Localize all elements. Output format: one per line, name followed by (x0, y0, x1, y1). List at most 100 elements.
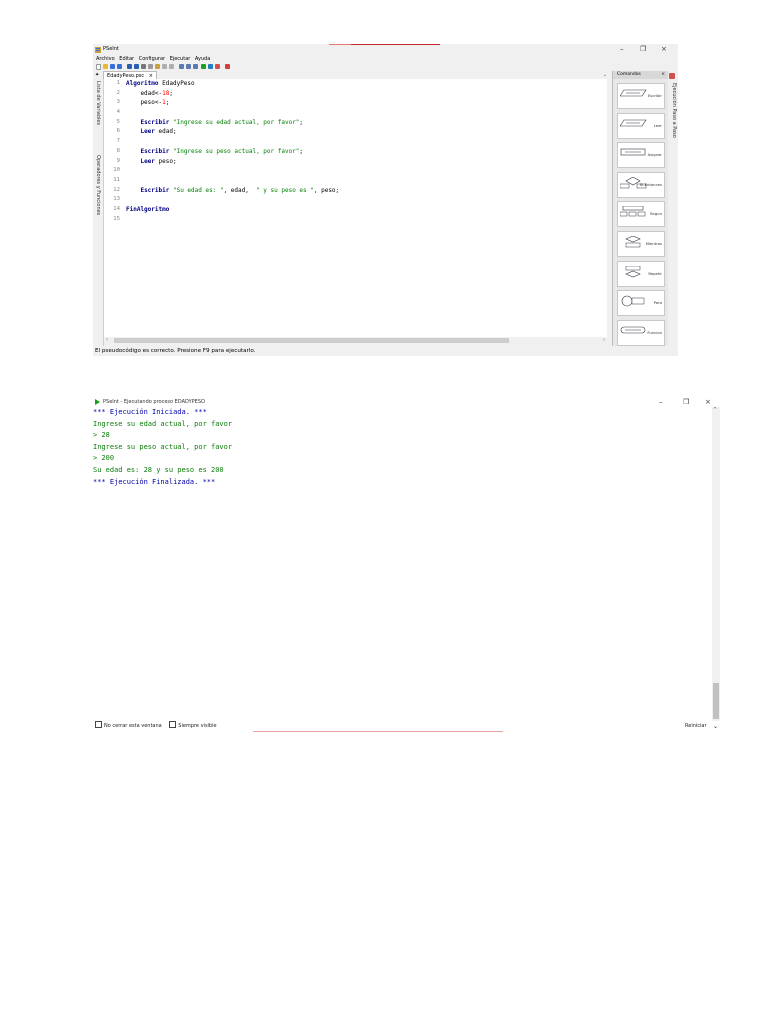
console-scroll-thumb[interactable] (713, 683, 719, 719)
checkbox-icon[interactable] (95, 721, 102, 728)
code-string: "Ingrese su edad actual, por favor" (172, 118, 300, 126)
menu-ayuda[interactable]: Ayuda (195, 56, 210, 62)
undo-icon[interactable] (127, 64, 132, 69)
tab-bar: ✦ EdadyPeso.psc × ⌄ (93, 71, 613, 79)
flowchart-icon[interactable] (215, 64, 220, 69)
code-line[interactable]: peso<-1; (126, 98, 339, 108)
code-line[interactable] (126, 176, 339, 186)
code-token: edad<- (126, 89, 163, 97)
code-string: " y su peso es " (256, 186, 314, 194)
step-by-step-icon[interactable] (669, 73, 675, 79)
find-next-icon[interactable] (186, 64, 191, 69)
code-line[interactable]: Escribir "Ingrese su peso actual, por fa… (126, 147, 339, 157)
command-leer[interactable]: Leer (617, 112, 665, 139)
help-icon[interactable] (225, 64, 230, 69)
code-line[interactable]: edad<-18; (126, 89, 339, 99)
step-run-icon[interactable] (208, 64, 213, 69)
code-line[interactable] (126, 137, 339, 147)
code-line[interactable] (126, 215, 339, 225)
code-line[interactable] (126, 195, 339, 205)
menu-configurar[interactable]: Configurar (139, 56, 165, 62)
code-token: , edad, (223, 186, 257, 194)
console-line: Su edad es: 28 y su peso es 200 (93, 465, 224, 474)
line-number-gutter: 1 2 3 4 5 6 7 8 9 10 11 12 13 14 15 (104, 79, 122, 337)
flowchart-shape-icon (620, 119, 647, 126)
flowchart-shape-icon (620, 206, 646, 217)
step-execution-tab[interactable]: Ejecución Paso a Paso (670, 83, 678, 138)
menu-ejecutar[interactable]: Ejecutar (170, 56, 191, 62)
command-para[interactable]: Para (617, 290, 665, 317)
code-string: "Su edad es: " (172, 186, 224, 194)
command-label: Si-Entonces (639, 181, 662, 187)
line-number: 15 (113, 215, 120, 222)
minimize-icon[interactable]: – (620, 44, 624, 55)
command-asignar[interactable]: Asignar (617, 142, 665, 169)
comment-icon[interactable] (169, 64, 174, 69)
code-line[interactable]: Escribir "Ingrese su edad actual, por fa… (126, 118, 339, 128)
editor-window: PSeInt – ❐ × Archivo Editar Configurar E… (93, 44, 678, 356)
code-line[interactable]: Algoritmo EdadyPeso (126, 79, 339, 89)
restart-button[interactable]: Reiniciar (685, 721, 707, 732)
replace-icon[interactable] (193, 64, 198, 69)
code-line[interactable]: Leer peso; (126, 157, 339, 167)
console-vertical-scrollbar[interactable]: ^ (712, 407, 720, 722)
siempre-visible-checkbox[interactable]: Siempre visible (169, 721, 217, 729)
code-token: ; (299, 147, 304, 155)
no-cerrar-checkbox[interactable]: No cerrar esta ventana (95, 721, 163, 729)
horizontal-scrollbar[interactable]: ‹ › (104, 337, 607, 344)
tab-list-chevron-icon[interactable]: ⌄ (603, 71, 607, 79)
close-icon[interactable]: × (661, 44, 667, 55)
left-side-panel: Lista de Variables Operadores y Funcione… (93, 79, 104, 346)
scroll-right-icon[interactable]: › (603, 337, 605, 344)
command-escribir[interactable]: Escribir (617, 83, 665, 109)
code-line[interactable]: Escribir "Su edad es: ", edad, " y su pe… (126, 186, 339, 196)
command-funcion[interactable]: Funcion (617, 319, 665, 346)
paste-icon[interactable] (155, 64, 160, 69)
search-icon[interactable] (179, 64, 184, 69)
indent-icon[interactable] (162, 64, 167, 69)
code-line[interactable] (126, 108, 339, 118)
command-label: Leer (653, 122, 662, 128)
commands-panel-close-icon[interactable]: × (661, 71, 665, 79)
code-token: peso; (154, 157, 177, 165)
command-si-entonces[interactable]: Si-Entonces (617, 171, 665, 198)
variables-list-tab[interactable]: Lista de Variables (94, 81, 102, 125)
pin-icon[interactable]: ✦ (95, 71, 99, 79)
horizontal-scroll-thumb[interactable] (114, 338, 509, 343)
tab-edadypeso[interactable]: EdadyPeso.psc × (103, 71, 157, 79)
restart-dropdown-chevron-icon[interactable]: ⌄ (713, 721, 718, 732)
code-token: ; (165, 99, 170, 107)
save-icon[interactable] (110, 64, 115, 69)
code-line[interactable]: Leer edad; (126, 127, 339, 137)
cut-icon[interactable] (141, 64, 146, 69)
menu-archivo[interactable]: Archivo (96, 56, 115, 62)
command-segun[interactable]: Segun (617, 201, 665, 228)
run-icon[interactable] (201, 64, 206, 69)
code-editor[interactable]: 1 2 3 4 5 6 7 8 9 10 11 12 13 14 15 Algoritmo EdadyPes… (104, 79, 607, 337)
console-output[interactable]: *** Ejecución Iniciada. *** Ingrese su ed… (93, 407, 713, 720)
scroll-left-icon[interactable]: ‹ (106, 337, 108, 344)
redo-icon[interactable] (134, 64, 139, 69)
menu-editar[interactable]: Editar (119, 56, 134, 62)
line-number: 7 (116, 138, 120, 145)
checkbox-icon[interactable] (169, 721, 177, 728)
command-repetir[interactable]: Repetir (617, 260, 665, 287)
new-file-icon[interactable] (96, 64, 101, 70)
window-title: PSeInt (103, 46, 119, 52)
no-cerrar-label: No cerrar esta ventana (104, 723, 162, 729)
scroll-up-icon[interactable]: ^ (713, 407, 717, 413)
copy-icon[interactable] (148, 64, 153, 69)
code-line[interactable]: FinAlgoritmo (126, 205, 339, 215)
code-line[interactable] (126, 166, 339, 176)
code-text[interactable]: Algoritmo EdadyPeso edad<-18; peso<-1; E… (126, 79, 339, 224)
save-as-icon[interactable] (117, 64, 122, 69)
command-label: Repetir (648, 270, 662, 276)
command-mientras[interactable]: Mientras (617, 231, 665, 257)
open-folder-icon[interactable] (103, 64, 108, 69)
console-line: Ingrese su edad actual, por favor (93, 419, 233, 428)
right-side-panel: Ejecución Paso a Paso (668, 71, 678, 346)
operators-functions-tab[interactable]: Operadores y Funciones (94, 155, 102, 215)
restore-icon[interactable]: ❐ (640, 44, 646, 55)
console-line: *** Ejecución Iniciada. *** (93, 408, 207, 416)
